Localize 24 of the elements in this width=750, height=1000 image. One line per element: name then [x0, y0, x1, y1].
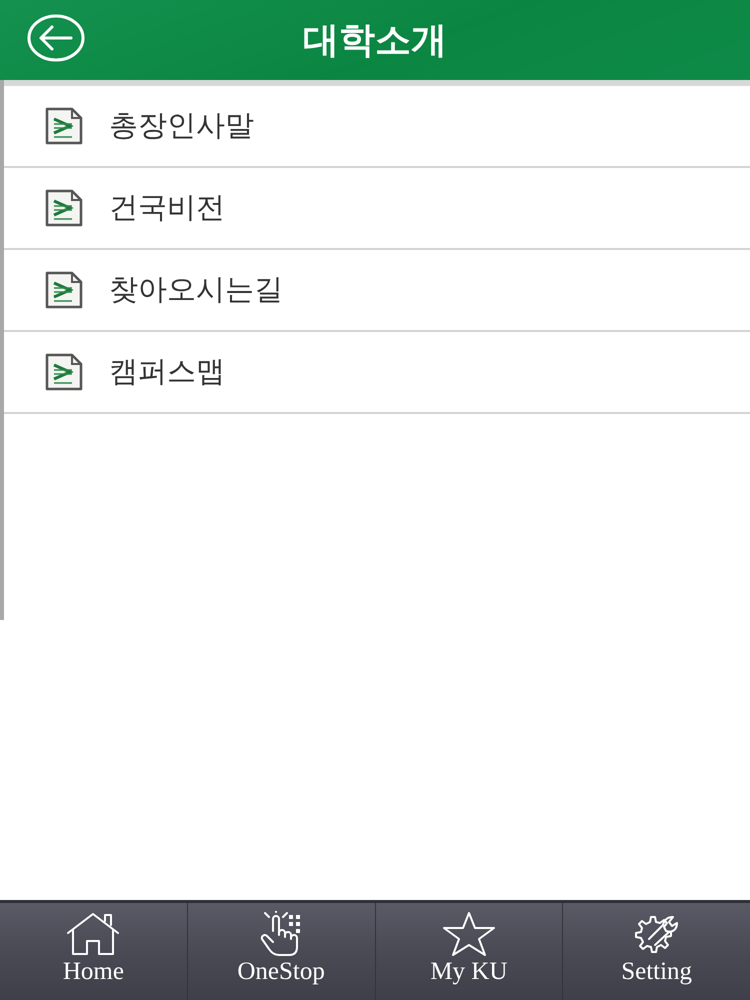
page-title: 대학소개 — [303, 22, 447, 58]
tab-button[interactable]: OneStop — [186, 903, 374, 1000]
menu-item-label: 총장인사말 — [109, 112, 254, 140]
tab-button[interactable]: Setting — [562, 903, 750, 1000]
star-icon — [440, 911, 497, 957]
menu-item[interactable]: 캠퍼스맵 — [4, 332, 750, 412]
menu-item-label: 찾아오시는길 — [109, 276, 283, 304]
tab-label: My KU — [430, 959, 508, 984]
back-button[interactable] — [27, 14, 85, 62]
tab-button[interactable]: My KU — [374, 903, 562, 1000]
menu-item[interactable]: 총장인사말 — [4, 86, 750, 166]
tab-label: Home — [62, 959, 124, 984]
house-icon — [65, 911, 122, 957]
document-icon — [45, 189, 83, 227]
tab-button[interactable]: Home — [0, 903, 187, 1000]
document-icon — [45, 107, 83, 145]
menu-item-label: 건국비전 — [109, 194, 225, 222]
menu-item[interactable]: 찾아오시는길 — [4, 250, 750, 330]
tab-label: OneStop — [237, 959, 325, 984]
tab-label: Setting — [621, 959, 692, 984]
document-icon — [45, 353, 83, 391]
menu-item[interactable]: 건국비전 — [4, 168, 750, 248]
menu-item-label: 캠퍼스맵 — [109, 358, 225, 386]
document-icon — [45, 271, 83, 309]
